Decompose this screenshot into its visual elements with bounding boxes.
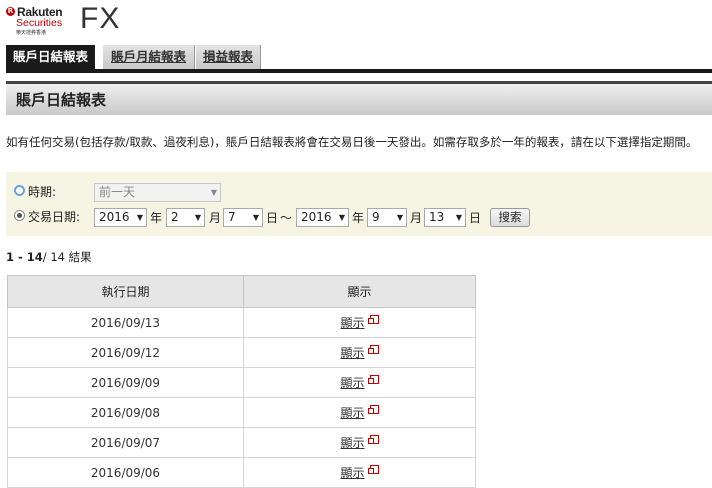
pdf-icon[interactable] xyxy=(367,405,379,414)
table-row: 2016/09/07 顯示 xyxy=(7,427,476,458)
period-select-value: 前一天 xyxy=(99,185,136,199)
to-day-value: 13 xyxy=(429,210,445,224)
range-tilde: ～ xyxy=(280,211,293,225)
row-date: 2016/09/12 xyxy=(7,337,244,368)
table-header-row: 執行日期 顯示 xyxy=(7,275,476,308)
logo-text-subtitle: 樂天證券香港 xyxy=(16,30,47,36)
page-title: FX xyxy=(80,2,121,35)
table-row: 2016/09/08 顯示 xyxy=(7,397,476,428)
tab-profit-loss-report[interactable]: 損益報表 xyxy=(196,45,261,69)
search-button[interactable]: 搜索 xyxy=(490,208,530,227)
row-date: 2016/09/06 xyxy=(7,457,244,488)
results-suffix: 結果 xyxy=(68,250,92,264)
section-header: 賬戶日結報表 xyxy=(6,81,712,115)
from-day-value: 7 xyxy=(228,210,236,224)
statement-table: 執行日期 顯示 2016/09/13 顯示 2016/09/12 顯示 2016… xyxy=(7,275,476,488)
rakuten-logo[interactable]: R Rakuten Securities 樂天證券香港 xyxy=(6,5,72,36)
show-link[interactable]: 顯示 xyxy=(340,436,364,450)
from-year-select[interactable]: 2016 ▼ xyxy=(94,208,147,227)
show-link[interactable]: 顯示 xyxy=(340,406,364,420)
trade-date-label: 交易日期: xyxy=(28,210,81,224)
period-select[interactable]: 前一天 ▼ xyxy=(94,183,221,202)
table-row: 2016/09/06 顯示 xyxy=(7,457,476,488)
pdf-icon[interactable] xyxy=(367,315,379,324)
table-row: 2016/09/13 顯示 xyxy=(7,307,476,338)
period-label: 時期: xyxy=(28,185,57,199)
column-header-execution-date: 執行日期 xyxy=(7,275,244,308)
section-title: 賬戶日結報表 xyxy=(16,91,107,109)
unit-year: 年 xyxy=(150,211,163,225)
show-link[interactable]: 顯示 xyxy=(340,376,364,390)
show-link[interactable]: 顯示 xyxy=(340,466,364,480)
show-link[interactable]: 顯示 xyxy=(340,316,364,330)
tab-monthly-statement[interactable]: 賬戶月結報表 xyxy=(103,45,195,69)
from-year-value: 2016 xyxy=(99,210,130,224)
unit-year: 年 xyxy=(352,211,365,225)
pdf-icon[interactable] xyxy=(367,375,379,384)
to-month-value: 9 xyxy=(372,210,380,224)
tab-underline xyxy=(6,69,712,73)
header: R Rakuten Securities 樂天證券香港 FX xyxy=(0,0,712,44)
row-show-cell: 顯示 xyxy=(243,457,476,488)
tab-daily-statement[interactable]: 賬戶日結報表 xyxy=(6,45,95,69)
to-day-select[interactable]: 13 ▼ xyxy=(424,208,466,227)
row-show-cell: 顯示 xyxy=(243,307,476,338)
row-show-cell: 顯示 xyxy=(243,367,476,398)
chevron-down-icon: ▼ xyxy=(396,213,403,222)
chevron-down-icon: ▼ xyxy=(194,213,201,222)
unit-month: 月 xyxy=(410,211,423,225)
to-year-value: 2016 xyxy=(301,210,332,224)
row-date: 2016/09/07 xyxy=(7,427,244,458)
unit-day: 日 xyxy=(469,211,482,225)
trade-date-radio[interactable] xyxy=(14,210,25,221)
row-show-cell: 顯示 xyxy=(243,337,476,368)
results-range: 1 - 14 xyxy=(6,250,43,264)
pdf-icon[interactable] xyxy=(367,435,379,444)
unit-day: 日 xyxy=(266,211,279,225)
results-total: / 14 xyxy=(42,250,65,264)
results-count: 1 - 14/ 14 結果 xyxy=(6,249,92,265)
chevron-down-icon: ▼ xyxy=(455,213,462,222)
rakuten-logo-mark: R xyxy=(6,7,15,16)
row-show-cell: 顯示 xyxy=(243,397,476,428)
chevron-down-icon: ▼ xyxy=(252,213,259,222)
unit-month: 月 xyxy=(209,211,222,225)
row-date: 2016/09/08 xyxy=(7,397,244,428)
column-header-show: 顯示 xyxy=(243,275,476,308)
table-row: 2016/09/09 顯示 xyxy=(7,367,476,398)
table-row: 2016/09/12 顯示 xyxy=(7,337,476,368)
row-date: 2016/09/09 xyxy=(7,367,244,398)
chevron-down-icon: ▼ xyxy=(338,213,345,222)
chevron-down-icon: ▼ xyxy=(136,213,143,222)
pdf-icon[interactable] xyxy=(367,465,379,474)
from-month-value: 2 xyxy=(171,210,179,224)
logo-text-securities: Securities xyxy=(16,17,63,29)
from-month-select[interactable]: 2 ▼ xyxy=(166,208,205,227)
row-show-cell: 顯示 xyxy=(243,427,476,458)
from-day-select[interactable]: 7 ▼ xyxy=(223,208,263,227)
period-radio[interactable] xyxy=(14,185,25,196)
to-year-select[interactable]: 2016 ▼ xyxy=(296,208,349,227)
intro-text: 如有任何交易(包括存款/取款、過夜利息)，賬戶日結報表將會在交易日後一天發出。如… xyxy=(6,135,698,149)
pdf-icon[interactable] xyxy=(367,345,379,354)
row-date: 2016/09/13 xyxy=(7,307,244,338)
show-link[interactable]: 顯示 xyxy=(340,346,364,360)
chevron-down-icon: ▼ xyxy=(210,188,217,197)
to-month-select[interactable]: 9 ▼ xyxy=(367,208,407,227)
